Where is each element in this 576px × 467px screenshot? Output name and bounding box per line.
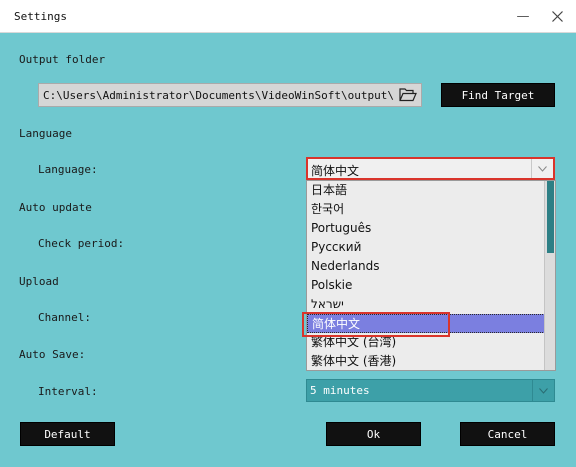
language-option-japanese[interactable]: 日本語 — [307, 181, 545, 200]
title-bar: Settings — — [0, 0, 576, 33]
language-dropdown-list[interactable]: 日本語 한국어 Português Русский Nederlands Pol… — [306, 180, 556, 371]
minimize-icon: — — [516, 8, 530, 24]
language-option-portuguese[interactable]: Português — [307, 219, 545, 238]
language-option-polish[interactable]: Polskie — [307, 276, 545, 295]
interval-label: Interval: — [38, 385, 98, 398]
dropdown-scrollbar[interactable] — [544, 181, 555, 370]
language-select-value: 简体中文 — [311, 164, 360, 178]
window-title: Settings — [14, 10, 67, 23]
output-path-field[interactable] — [38, 83, 422, 107]
browse-folder-button[interactable] — [397, 85, 419, 105]
chevron-down-icon[interactable] — [532, 380, 554, 401]
language-field-label: Language: — [38, 163, 98, 176]
output-path-input[interactable] — [39, 84, 395, 106]
cancel-button[interactable]: Cancel — [460, 422, 555, 446]
language-select[interactable]: 简体中文 — [306, 157, 555, 180]
language-option-korean[interactable]: 한국어 — [307, 200, 545, 219]
output-folder-label: Output folder — [19, 53, 106, 66]
upload-section-label: Upload — [19, 275, 59, 288]
interval-select[interactable]: 5 minutes — [306, 379, 555, 402]
check-period-label: Check period: — [38, 237, 125, 250]
ok-button[interactable]: Ok — [326, 422, 421, 446]
language-option-russian[interactable]: Русский — [307, 238, 545, 257]
folder-open-icon — [399, 88, 417, 102]
auto-update-section-label: Auto update — [19, 201, 92, 214]
interval-select-value: 5 minutes — [310, 384, 370, 397]
language-option-hebrew[interactable]: ישראל — [307, 295, 545, 314]
channel-label: Channel: — [38, 311, 91, 324]
language-section-label: Language — [19, 127, 72, 140]
find-target-button[interactable]: Find Target — [441, 83, 555, 107]
chevron-down-icon[interactable] — [531, 159, 553, 178]
minimize-button[interactable]: — — [508, 6, 538, 26]
language-option-traditional-chinese-taiwan[interactable]: 繁体中文 (台湾) — [307, 333, 545, 352]
scrollbar-thumb[interactable] — [547, 181, 554, 253]
close-icon — [551, 10, 563, 22]
close-button[interactable] — [542, 6, 572, 26]
language-option-dutch[interactable]: Nederlands — [307, 257, 545, 276]
default-button[interactable]: Default — [20, 422, 115, 446]
language-option-simplified-chinese[interactable]: 简体中文 — [307, 314, 545, 333]
language-option-traditional-chinese-hongkong[interactable]: 繁体中文 (香港) — [307, 352, 545, 370]
auto-save-section-label: Auto Save: — [19, 348, 86, 361]
